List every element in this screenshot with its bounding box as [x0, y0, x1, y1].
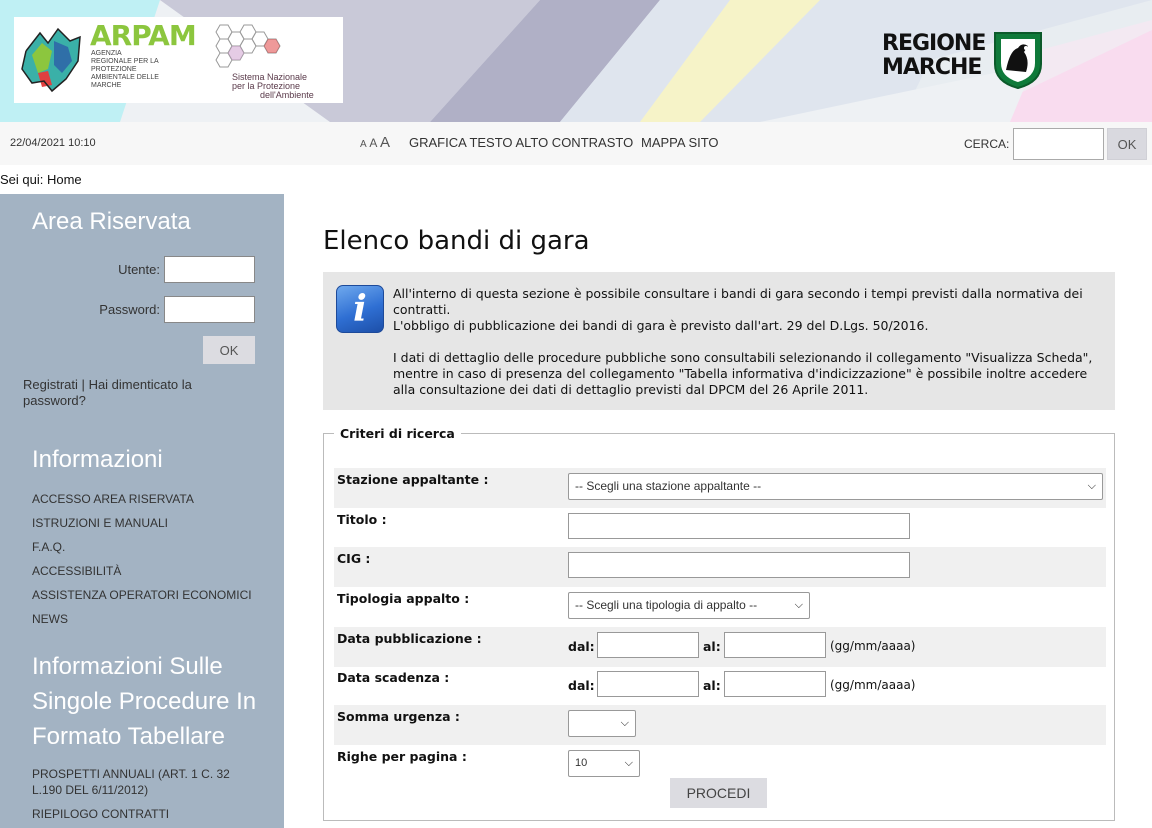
info-paragraph-1: All'interno di questa sezione è possibil…	[393, 286, 1083, 317]
menu-item-assistenza[interactable]: ASSISTENZA OPERATORI ECONOMICI	[32, 583, 252, 607]
stazione-label: Stazione appaltante :	[337, 472, 489, 487]
menu-item-prospetti[interactable]: PROSPETTI ANNUALI (ART. 1 C. 32 L.190 DE…	[32, 766, 252, 798]
menu-item-area-riservata[interactable]: ACCESSO AREA RISERVATA	[32, 487, 252, 511]
stazione-select[interactable]: -- Scegli una stazione appaltante -- ⌵	[568, 473, 1103, 500]
titolo-input[interactable]	[568, 513, 910, 539]
row-somma-urgenza: Somma urgenza : ⌵	[334, 705, 1106, 745]
info-section-title: Informazioni	[32, 446, 163, 473]
pub-al-input[interactable]	[724, 632, 826, 658]
menu-item-riepilogo[interactable]: RIEPILOGO CONTRATTI	[32, 806, 252, 822]
menu-item-faq[interactable]: F.A.Q.	[32, 535, 252, 559]
scad-dal-input[interactable]	[597, 671, 699, 697]
chevron-down-icon: ⌵	[620, 717, 629, 729]
somma-urgenza-select[interactable]: ⌵	[568, 710, 636, 737]
arpam-subtitle: AGENZIA REGIONALE PER LA PROTEZIONE AMBI…	[91, 50, 159, 89]
sidebar: Area Riservata Utente: Password: OK Regi…	[0, 194, 284, 828]
menu-item-istruzioni[interactable]: ISTRUZIONI E MANUALI	[32, 511, 252, 535]
info-paragraph-2: L'obbligo di pubblicazione dei bandi di …	[393, 318, 929, 333]
password-input[interactable]	[164, 296, 255, 323]
current-datetime: 22/04/2021 10:10	[10, 137, 96, 149]
info-box: i All'interno di questa sezione è possib…	[323, 272, 1115, 410]
somma-urgenza-label: Somma urgenza :	[337, 709, 460, 724]
procedures-section-title: Informazioni Sulle Singole Procedure In …	[32, 653, 257, 750]
font-size-small-button[interactable]: A	[360, 139, 367, 150]
menu-item-news[interactable]: NEWS	[32, 607, 252, 631]
data-pubblicazione-label: Data pubblicazione :	[337, 631, 482, 646]
chevron-down-icon: ⌵	[794, 599, 803, 611]
search-label: CERCA:	[964, 137, 1010, 151]
tipologia-select[interactable]: -- Scegli una tipologia di appalto -- ⌵	[568, 592, 810, 619]
search-button[interactable]: OK	[1107, 128, 1147, 160]
row-data-scadenza: Data scadenza : dal: al: (gg/mm/aaaa)	[334, 666, 1106, 706]
info-paragraph-3: I dati di dettaglio delle procedure pubb…	[393, 350, 1093, 397]
row-data-pubblicazione: Data pubblicazione : dal: al: (gg/mm/aaa…	[334, 627, 1106, 667]
font-size-medium-button[interactable]: A	[369, 136, 376, 150]
search-input[interactable]	[1013, 128, 1104, 160]
password-label: Password:	[99, 302, 160, 317]
header-banner: ARPAM AGENZIA REGIONALE PER LA PROTEZION…	[0, 0, 1152, 122]
regione-marche-logo-text[interactable]: REGIONE MARCHE	[882, 32, 986, 80]
high-contrast-link[interactable]: GRAFICA TESTO ALTO CONTRASTO	[409, 135, 633, 150]
page-title: Elenco bandi di gara	[323, 226, 590, 256]
row-titolo: Titolo :	[334, 508, 1106, 548]
tipologia-label: Tipologia appalto :	[337, 591, 470, 606]
info-text: All'interno di questa sezione è possibil…	[393, 286, 1093, 398]
search-criteria-fieldset: Criteri di ricerca Stazione appaltante :…	[323, 426, 1115, 821]
cig-label: CIG :	[337, 551, 371, 566]
row-stazione: Stazione appaltante : -- Scegli una staz…	[334, 468, 1106, 508]
links-separator: |	[81, 377, 85, 392]
search-criteria-legend: Criteri di ricerca	[340, 426, 455, 441]
regione-shield-icon	[994, 32, 1042, 90]
user-label: Utente:	[118, 262, 160, 277]
chevron-down-icon: ⌵	[1087, 480, 1096, 492]
procedi-button[interactable]: PROCEDI	[670, 778, 767, 808]
login-ok-button[interactable]: OK	[203, 336, 255, 364]
titolo-label: Titolo :	[337, 512, 387, 527]
login-title: Area Riservata	[32, 208, 191, 235]
register-link[interactable]: Registrati	[23, 377, 78, 392]
righe-pagina-label: Righe per pagina :	[337, 749, 467, 764]
scad-al-input[interactable]	[724, 671, 826, 697]
breadcrumb: Sei qui: Home	[0, 172, 82, 187]
arpam-logo-box[interactable]: ARPAM AGENZIA REGIONALE PER LA PROTEZION…	[14, 17, 343, 103]
font-size-large-button[interactable]: A	[380, 134, 390, 151]
row-tipologia: Tipologia appalto : -- Scegli una tipolo…	[334, 587, 1106, 627]
top-toolbar: 22/04/2021 10:10 A A A GRAFICA TESTO ALT…	[0, 122, 1152, 165]
arpam-title: ARPAM	[90, 19, 197, 52]
site-map-link[interactable]: MAPPA SITO	[641, 135, 719, 150]
snpa-text: Sistema Nazionale per la Protezione dell…	[232, 72, 314, 100]
info-menu: ACCESSO AREA RISERVATA ISTRUZIONI E MANU…	[32, 487, 252, 631]
arpam-map-icon	[21, 27, 81, 93]
righe-pagina-select[interactable]: 10 ⌵	[568, 750, 640, 777]
username-input[interactable]	[164, 256, 255, 283]
cig-input[interactable]	[568, 552, 910, 578]
snpa-hexagon-icon	[215, 24, 281, 68]
login-links: Registrati | Hai dimenticato la password…	[23, 377, 223, 409]
font-size-switcher: A A A	[360, 134, 390, 151]
info-icon: i	[336, 285, 384, 333]
row-cig: CIG :	[334, 547, 1106, 587]
pub-dal-input[interactable]	[597, 632, 699, 658]
chevron-down-icon: ⌵	[624, 757, 633, 769]
menu-item-accessibilita[interactable]: ACCESSIBILITÀ	[32, 559, 252, 583]
data-scadenza-label: Data scadenza :	[337, 670, 450, 685]
procedures-menu: PROSPETTI ANNUALI (ART. 1 C. 32 L.190 DE…	[32, 766, 252, 822]
